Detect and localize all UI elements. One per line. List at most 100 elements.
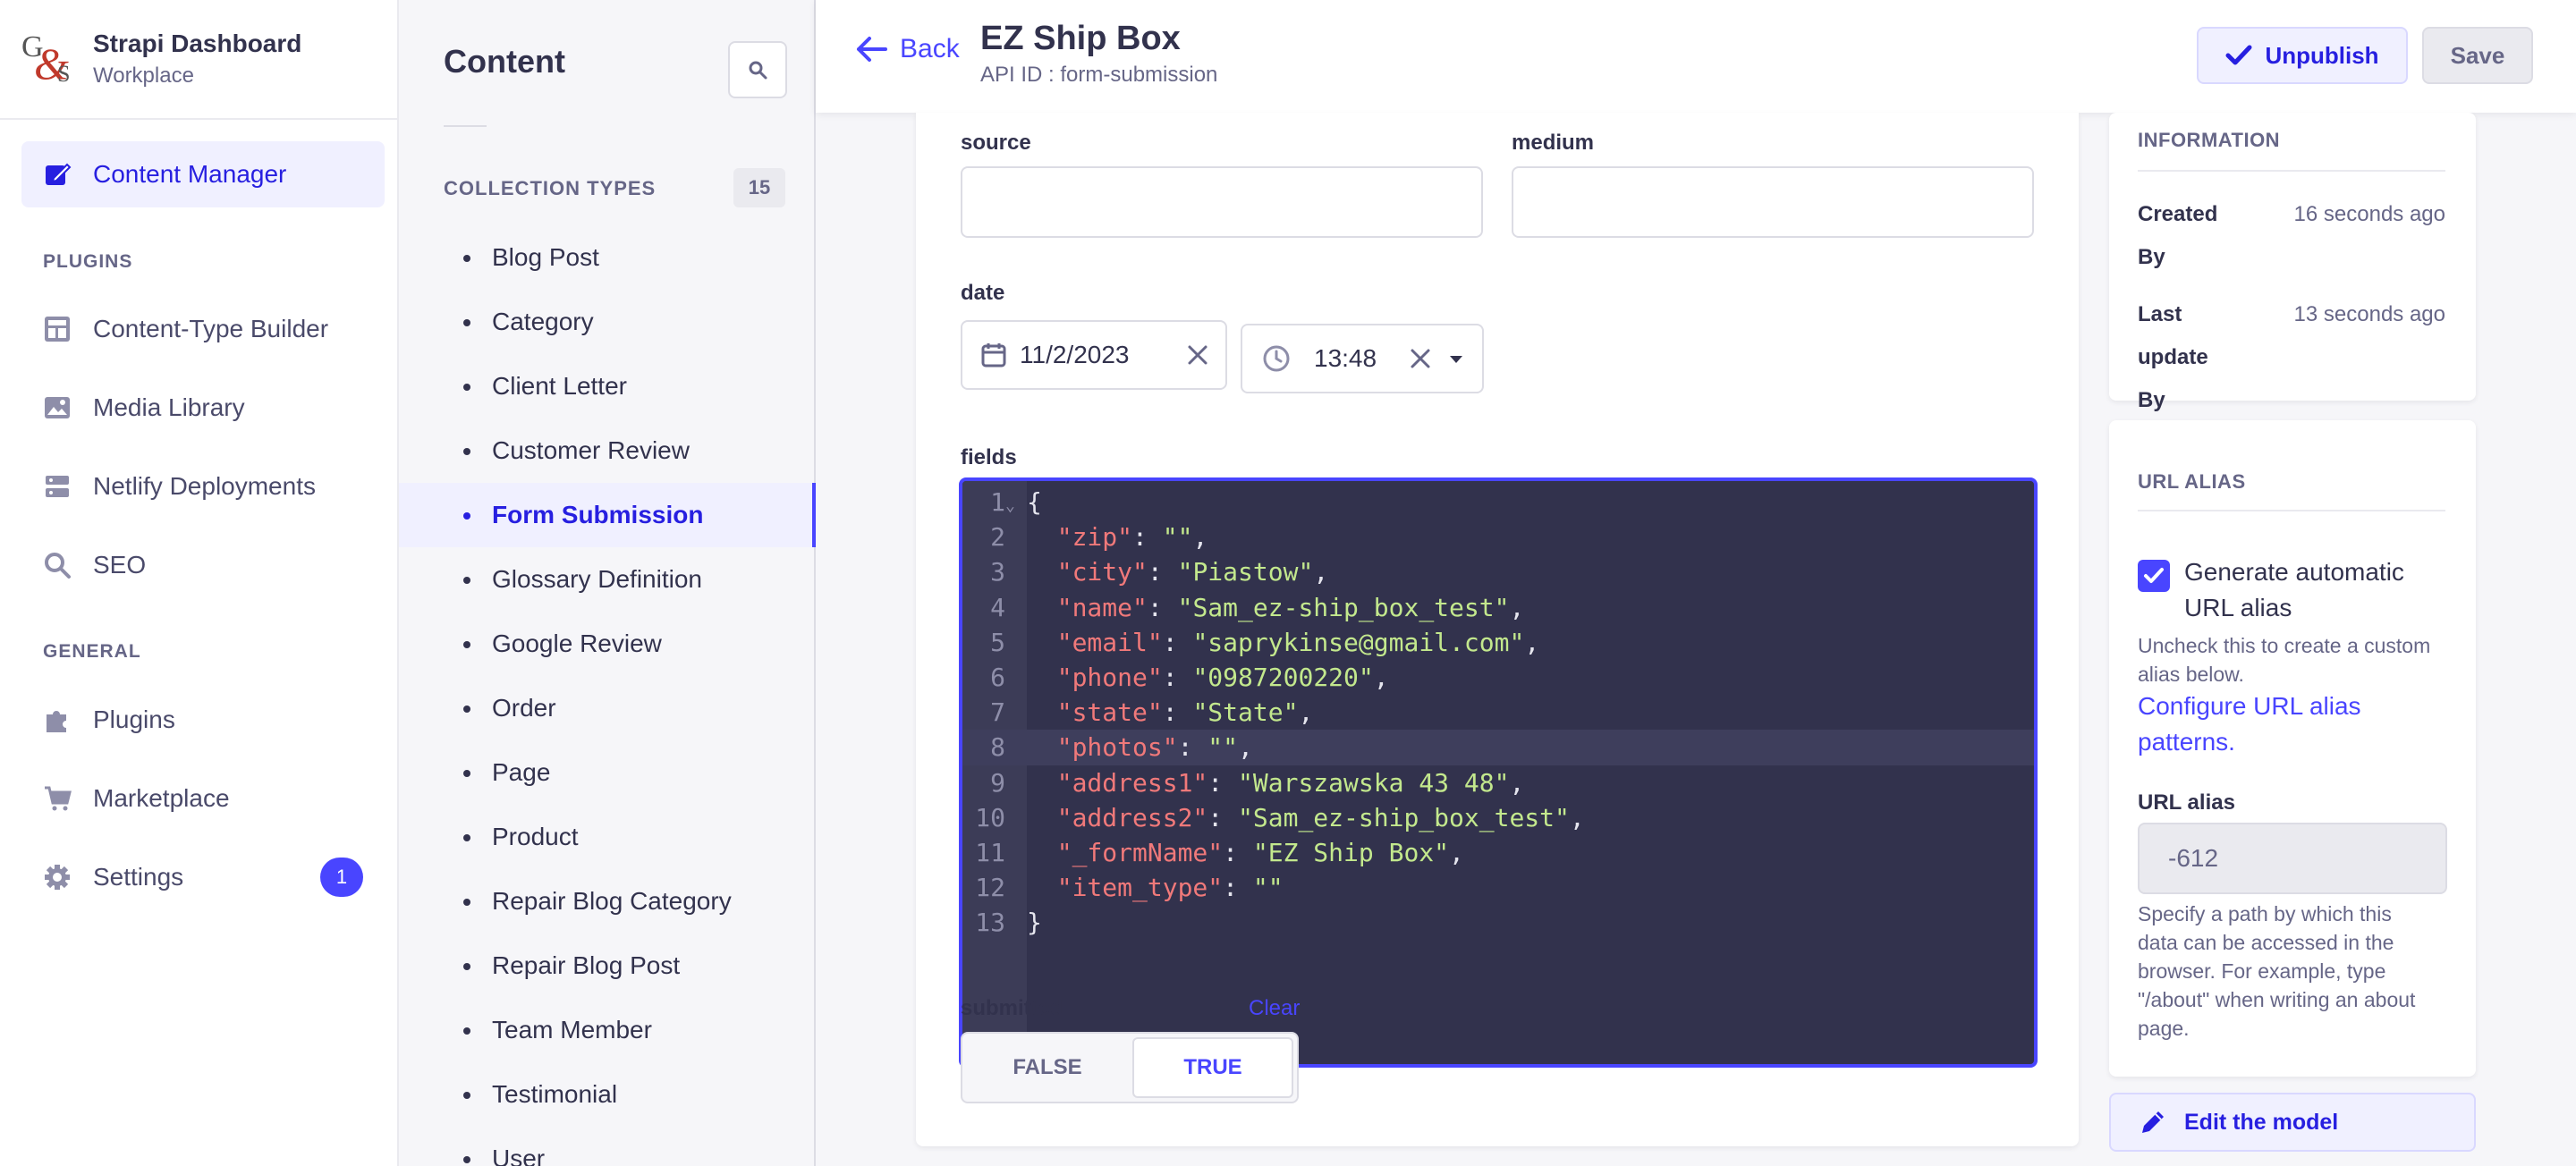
- collection-item[interactable]: Google Review: [399, 612, 816, 676]
- information-heading: INFORMATION: [2138, 129, 2281, 151]
- nav-section-plugins: PLUGINS: [43, 251, 133, 272]
- nav-content-manager[interactable]: Content Manager: [21, 141, 385, 207]
- page-header: Back EZ Ship Box API ID : form-submissio…: [816, 0, 2576, 113]
- collection-item[interactable]: Order: [399, 676, 816, 740]
- clear-submitted-link[interactable]: Clear: [1249, 996, 1300, 1021]
- code-line: 13}: [975, 908, 1042, 938]
- json-editor[interactable]: 1⌄{2 "zip": "", 3 "city": "Piastow", 4 "na…: [959, 477, 2038, 1068]
- check-icon: [2144, 568, 2164, 583]
- chevron-down-icon[interactable]: [1450, 356, 1462, 363]
- brand-logo: G & S: [21, 30, 71, 89]
- collection-item[interactable]: Form Submission: [399, 483, 816, 547]
- collection-item[interactable]: Product: [399, 805, 816, 869]
- collection-item[interactable]: Repair Blog Category: [399, 869, 816, 934]
- medium-input[interactable]: [1512, 166, 2034, 238]
- date-label: date: [961, 281, 1005, 305]
- nav-media-library[interactable]: Media Library: [21, 375, 385, 441]
- collection-item[interactable]: Team Member: [399, 998, 816, 1062]
- brand: G & S Strapi Dashboard Workplace: [0, 0, 397, 120]
- pencil-square-icon: [41, 158, 73, 190]
- search-icon: [41, 549, 73, 581]
- last-update-label: Last update By: [2138, 302, 2208, 412]
- divider: [2138, 170, 2445, 172]
- code-line: 4 "name": "Sam_ez-ship_box_test",: [990, 592, 1525, 622]
- collection-item[interactable]: Customer Review: [399, 418, 816, 483]
- code-line: 3 "city": "Piastow",: [990, 557, 1329, 587]
- fields-label: fields: [961, 445, 1017, 469]
- brand-subtitle: Workplace: [93, 63, 194, 88]
- collection-types-list: Blog Post Category Client Letter Customer R…: [399, 225, 816, 1166]
- collection-item[interactable]: Repair Blog Post: [399, 934, 816, 998]
- submitted-label: submitted: [961, 996, 1063, 1020]
- code-line: 1⌄{: [962, 485, 2034, 520]
- source-input[interactable]: [961, 166, 1483, 238]
- pencil-icon: [2142, 1111, 2164, 1133]
- toggle-true-option[interactable]: TRUE: [1132, 1037, 1293, 1098]
- nav-section-general: GENERAL: [43, 641, 141, 662]
- collection-types-heading: COLLECTION TYPES: [444, 177, 657, 199]
- code-line: 5 "email": "saprykinse@gmail.com",: [990, 627, 1540, 657]
- created-by-value: 16 seconds ago: [2293, 202, 2445, 226]
- search-icon: [749, 61, 767, 80]
- collection-item[interactable]: User: [399, 1127, 816, 1166]
- nav-marketplace[interactable]: Marketplace: [21, 765, 385, 832]
- save-button[interactable]: Save: [2422, 27, 2533, 84]
- code-line: 6 "phone": "0987200220",: [990, 663, 1389, 692]
- time-value: 13:48: [1314, 344, 1377, 372]
- code-line: 7 "state": "State",: [990, 697, 1314, 728]
- arrow-left-icon: [857, 37, 887, 62]
- information-panel: INFORMATION Created By 16 seconds ago La…: [2109, 113, 2476, 412]
- nav-plugins[interactable]: Plugins: [21, 687, 385, 753]
- api-id: API ID : form-submission: [980, 63, 1218, 87]
- divider: [444, 125, 487, 127]
- code-line: 9 "address1": "Warszawska 43 48",: [990, 767, 1525, 798]
- submitted-toggle[interactable]: FALSE TRUE: [961, 1032, 1299, 1103]
- time-picker[interactable]: 13:48: [1241, 324, 1484, 393]
- nav-seo[interactable]: SEO: [21, 532, 385, 598]
- toggle-false-option[interactable]: FALSE: [966, 1037, 1129, 1098]
- edit-model-button[interactable]: Edit the model: [2109, 1093, 2476, 1152]
- collection-item[interactable]: Blog Post: [399, 225, 816, 290]
- page-title: EZ Ship Box: [980, 20, 1181, 57]
- calendar-icon: [980, 342, 1007, 368]
- back-link[interactable]: Back: [855, 34, 960, 64]
- collection-item[interactable]: Client Letter: [399, 354, 816, 418]
- collection-item[interactable]: Testimonial: [399, 1062, 816, 1127]
- edit-form-card: source medium date 11/2/2023 13:48 field…: [916, 113, 2079, 1146]
- collection-item[interactable]: Glossary Definition: [399, 547, 816, 612]
- unpublish-button[interactable]: Unpublish: [2197, 27, 2408, 84]
- collection-types-count: 15: [733, 168, 785, 207]
- url-alias-input[interactable]: -612: [2138, 823, 2447, 894]
- configure-alias-link[interactable]: Configure URL alias patterns.: [2138, 689, 2424, 760]
- clear-time-icon[interactable]: [1409, 347, 1432, 370]
- date-picker[interactable]: 11/2/2023: [961, 320, 1227, 390]
- cart-icon: [41, 782, 73, 815]
- source-label: source: [961, 131, 1031, 155]
- check-icon: [2225, 45, 2252, 65]
- divider: [2138, 510, 2445, 511]
- nav-netlify-deployments[interactable]: Netlify Deployments: [21, 453, 385, 520]
- date-value: 11/2/2023: [1020, 341, 1130, 368]
- gear-icon: [41, 861, 73, 893]
- content-sub-nav: Content COLLECTION TYPES 15 Blog Post Cat…: [399, 0, 816, 1166]
- code-line: 2 "zip": "",: [990, 522, 1208, 553]
- code-line: 12 "item_type": "": [975, 873, 1284, 903]
- generate-alias-checkbox[interactable]: [2138, 560, 2170, 592]
- settings-notification-badge: 1: [320, 858, 363, 897]
- uncheck-hint: Uncheck this to create a custom alias be…: [2138, 634, 2431, 686]
- sub-nav-search-button[interactable]: [728, 41, 787, 98]
- nav-settings[interactable]: Settings 1: [21, 844, 385, 910]
- collection-item[interactable]: Page: [399, 740, 816, 805]
- generate-alias-label: Generate automatic URL alias: [2184, 558, 2404, 621]
- collection-item[interactable]: Category: [399, 290, 816, 354]
- server-icon: [41, 470, 73, 503]
- url-alias-heading: URL ALIAS: [2138, 470, 2246, 493]
- main-nav: G & S Strapi Dashboard Workplace Content…: [0, 0, 399, 1166]
- clock-icon: [1262, 344, 1291, 373]
- last-update-value: 13 seconds ago: [2293, 302, 2445, 326]
- nav-content-type-builder[interactable]: Content-Type Builder: [21, 296, 385, 362]
- image-icon: [41, 392, 73, 424]
- code-line: 8 "photos": "",: [962, 730, 2034, 765]
- created-by-label: Created By: [2138, 202, 2218, 269]
- clear-date-icon[interactable]: [1186, 343, 1209, 367]
